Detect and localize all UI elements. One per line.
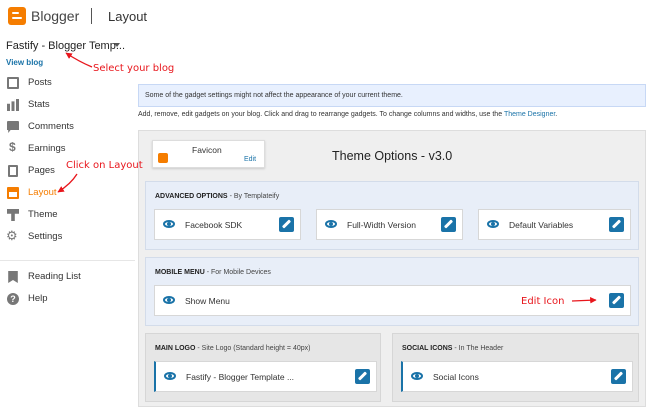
sidebar-divider <box>0 260 135 261</box>
section-heading: SOCIAL ICONS <box>402 345 453 352</box>
visibility-eye-icon[interactable] <box>163 296 175 304</box>
page-title: Layout <box>108 9 148 24</box>
sidebar-item-label: Layout <box>28 187 57 198</box>
section-heading: MAIN LOGO <box>155 345 196 352</box>
favicon-title: Favicon <box>192 145 222 155</box>
sidebar-item-stats[interactable]: Stats <box>0 95 135 115</box>
gadget-social-icons[interactable]: Social Icons <box>401 361 633 392</box>
bookmark-icon <box>8 271 18 283</box>
visibility-eye-icon[interactable] <box>164 372 176 380</box>
theme-icon <box>7 209 19 221</box>
app-brand[interactable]: Blogger <box>31 8 79 24</box>
help-text-end: . <box>555 111 558 118</box>
sidebar-item-label: Pages <box>28 165 55 176</box>
sidebar-item-reading-list[interactable]: Reading List <box>0 267 135 287</box>
edit-pencil-icon[interactable] <box>279 217 294 232</box>
stats-icon <box>7 99 19 111</box>
section-subheading: - Site Logo (Standard height = 40px) <box>197 345 311 352</box>
edit-pencil-icon[interactable] <box>609 293 624 308</box>
gadget-label: Social Icons <box>433 372 479 382</box>
posts-icon <box>7 77 19 89</box>
edit-pencil-icon[interactable] <box>441 217 456 232</box>
section-title: SOCIAL ICONS - In The Header <box>402 345 503 352</box>
pages-icon <box>8 165 18 177</box>
sidebar-item-posts[interactable]: Posts <box>0 73 135 93</box>
theme-options-title: Theme Options - v3.0 <box>332 149 453 163</box>
edit-pencil-icon[interactable] <box>355 369 370 384</box>
layout-canvas: Favicon Edit Theme Options - v3.0 ADVANC… <box>138 130 646 407</box>
annotation-click-layout: Click on Layout <box>66 160 143 171</box>
layout-editor: Some of the gadget settings might not af… <box>138 84 646 407</box>
help-text: Add, remove, edit gadgets on your blog. … <box>138 111 557 118</box>
sidebar-item-label: Theme <box>28 209 58 220</box>
gadget-label: Facebook SDK <box>185 220 243 230</box>
gadget-label: Fastify - Blogger Template ... <box>186 372 295 382</box>
chevron-down-icon[interactable] <box>114 43 120 47</box>
favicon-gadget[interactable]: Favicon Edit <box>152 140 265 168</box>
layout-icon <box>7 187 19 199</box>
help-icon: ? <box>7 293 19 305</box>
section-title: ADVANCED OPTIONS - By Templateify <box>155 193 279 200</box>
gadget-label: Full-Width Version <box>347 220 416 230</box>
sidebar-item-theme[interactable]: Theme <box>0 205 135 225</box>
info-banner: Some of the gadget settings might not af… <box>138 84 646 107</box>
gadget-label: Show Menu <box>185 296 230 306</box>
edit-pencil-icon[interactable] <box>609 217 624 232</box>
title-divider <box>91 8 92 24</box>
section-heading: ADVANCED OPTIONS <box>155 193 228 200</box>
annotation-edit-icon: Edit Icon <box>521 296 565 307</box>
theme-designer-link[interactable]: Theme Designer <box>504 111 555 118</box>
edit-pencil-icon[interactable] <box>611 369 626 384</box>
section-heading: MOBILE MENU <box>155 269 205 276</box>
gadget-facebook-sdk[interactable]: Facebook SDK <box>154 209 301 240</box>
earnings-icon: $ <box>9 140 16 154</box>
section-title: MAIN LOGO - Site Logo (Standard height =… <box>155 345 310 352</box>
gear-icon: ⚙ <box>6 228 18 243</box>
view-blog-link[interactable]: View blog <box>6 58 43 67</box>
sidebar-item-label: Earnings <box>28 143 66 154</box>
sidebar-item-layout[interactable]: Layout <box>0 183 135 203</box>
arrow-to-blog-selector <box>65 52 93 68</box>
info-text: Some of the gadget settings might not af… <box>145 92 403 99</box>
main-logo-section: MAIN LOGO - Site Logo (Standard height =… <box>145 333 381 402</box>
section-subheading: - By Templateify <box>229 193 280 200</box>
gadget-full-width-version[interactable]: Full-Width Version <box>316 209 463 240</box>
sidebar-item-help[interactable]: ? Help <box>0 289 135 309</box>
sidebar-item-settings[interactable]: ⚙ Settings <box>0 227 135 247</box>
social-icons-section: SOCIAL ICONS - In The Header Social Icon… <box>392 333 639 402</box>
top-bar: Blogger Layout <box>0 0 650 34</box>
sidebar-item-comments[interactable]: Comments <box>0 117 135 137</box>
favicon-edit-link[interactable]: Edit <box>244 156 256 163</box>
section-subheading: - For Mobile Devices <box>206 269 271 276</box>
section-title: MOBILE MENU - For Mobile Devices <box>155 269 271 276</box>
visibility-eye-icon[interactable] <box>325 220 337 228</box>
sidebar-item-label: Help <box>28 293 48 304</box>
sidebar-item-label: Reading List <box>28 271 81 282</box>
sidebar-item-earnings[interactable]: $ Earnings <box>0 139 135 159</box>
gadget-site-logo[interactable]: Fastify - Blogger Template ... <box>154 361 377 392</box>
gadget-label: Default Variables <box>509 220 574 230</box>
sidebar-item-label: Posts <box>28 77 52 88</box>
visibility-eye-icon[interactable] <box>163 220 175 228</box>
comments-icon <box>7 121 19 133</box>
section-subheading: - In The Header <box>454 345 504 352</box>
annotation-select-blog: Select your blog <box>93 63 175 74</box>
mobile-menu-section: MOBILE MENU - For Mobile Devices Show Me… <box>145 257 639 326</box>
blog-selector[interactable]: Fastify - Blogger Temp... <box>6 40 125 52</box>
advanced-options-section: ADVANCED OPTIONS - By Templateify Facebo… <box>145 181 639 250</box>
gadget-default-variables[interactable]: Default Variables <box>478 209 631 240</box>
sidebar-item-label: Settings <box>28 231 63 242</box>
help-text-body: Add, remove, edit gadgets on your blog. … <box>138 111 503 118</box>
sidebar-item-label: Stats <box>28 99 50 110</box>
visibility-eye-icon[interactable] <box>487 220 499 228</box>
sidebar-item-label: Comments <box>28 121 74 132</box>
visibility-eye-icon[interactable] <box>411 372 423 380</box>
blogger-logo-icon[interactable] <box>8 7 26 25</box>
favicon-icon <box>158 153 168 163</box>
